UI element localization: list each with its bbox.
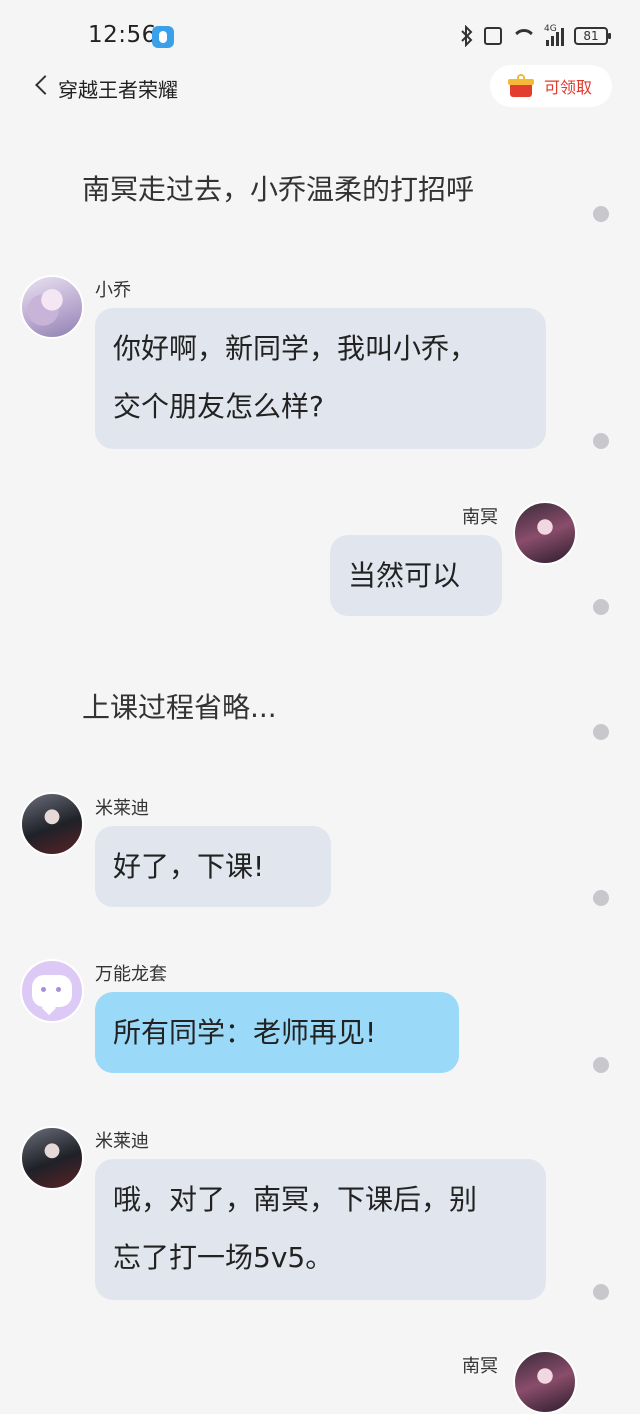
message-status-dot[interactable] — [593, 1057, 609, 1073]
avatar[interactable] — [20, 959, 84, 1023]
status-time: 12:56 — [88, 22, 157, 48]
sender-name: 小乔 — [95, 280, 131, 301]
back-chevron-icon[interactable] — [34, 74, 50, 96]
network-type: 4G — [544, 24, 557, 34]
message-line: 交个朋友怎么样? — [113, 390, 324, 423]
message-bubble[interactable]: 哦，对了，南冥，下课后，别 忘了打一场5v5。 — [95, 1159, 546, 1300]
vibrate-icon — [484, 27, 502, 45]
avatar[interactable] — [513, 501, 577, 565]
message-status-dot[interactable] — [593, 724, 609, 740]
message-bubble[interactable]: 所有同学：老师再见! — [95, 992, 459, 1073]
page-title: 穿越王者荣耀 — [58, 78, 178, 102]
message-line: 忘了打一场5v5。 — [113, 1241, 334, 1274]
message-status-dot[interactable] — [593, 206, 609, 222]
claim-label: 可领取 — [544, 78, 593, 97]
message-line: 你好啊，新同学，我叫小乔， — [113, 332, 478, 365]
status-icons: 4G 81 — [460, 24, 611, 48]
app-notification-icon — [152, 26, 174, 48]
cellular-signal-icon: 4G — [544, 24, 564, 46]
message-bubble[interactable]: 当然可以 — [330, 535, 502, 616]
sender-name: 南冥 — [462, 1356, 498, 1377]
narration-text: 上课过程省略... — [82, 691, 277, 724]
sender-name: 米莱迪 — [95, 798, 149, 819]
battery-icon: 81 — [574, 27, 611, 45]
avatar[interactable] — [20, 275, 84, 339]
gift-icon — [508, 74, 534, 98]
message-line: 当然可以 — [348, 559, 461, 592]
message-line: 好了，下课! — [113, 850, 265, 883]
message-status-dot[interactable] — [593, 599, 609, 615]
message-bubble[interactable]: 你好啊，新同学，我叫小乔， 交个朋友怎么样? — [95, 308, 546, 449]
sender-name: 南冥 — [462, 507, 498, 528]
message-status-dot[interactable] — [593, 1284, 609, 1300]
sender-name: 万能龙套 — [95, 964, 167, 985]
message-line: 所有同学：老师再见! — [113, 1016, 377, 1049]
message-status-dot[interactable] — [593, 890, 609, 906]
message-bubble[interactable]: 好了，下课! — [95, 826, 331, 907]
message-status-dot[interactable] — [593, 433, 609, 449]
bluetooth-icon — [460, 24, 474, 48]
wifi-icon — [512, 27, 536, 45]
message-line: 哦，对了，南冥，下课后，别 — [113, 1183, 478, 1216]
avatar[interactable] — [20, 792, 84, 856]
sender-name: 米莱迪 — [95, 1131, 149, 1152]
claim-reward-button[interactable]: 可领取 — [490, 65, 612, 107]
avatar[interactable] — [513, 1350, 577, 1414]
avatar[interactable] — [20, 1126, 84, 1190]
narration-text: 南冥走过去，小乔温柔的打招呼 — [82, 173, 475, 206]
chat-bot-icon — [32, 975, 72, 1007]
